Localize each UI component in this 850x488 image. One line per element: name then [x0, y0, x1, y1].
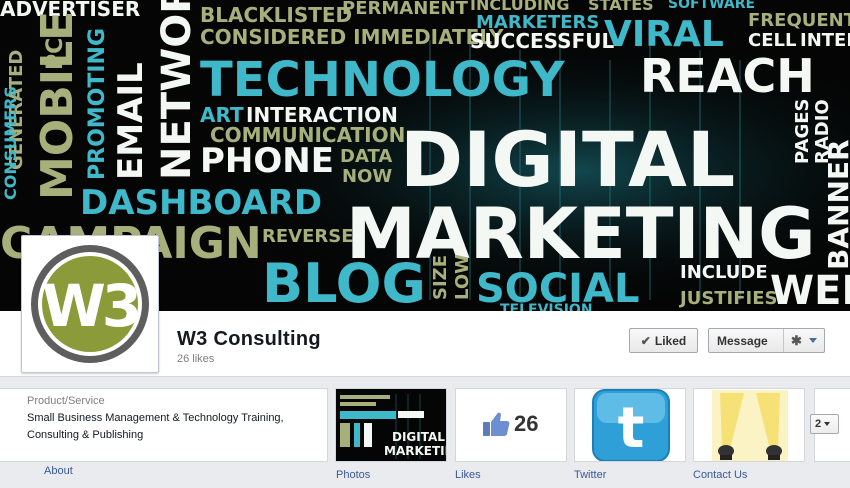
more-apps-dropdown[interactable]: 2	[810, 414, 839, 434]
twitter-icon: t	[575, 389, 685, 461]
cover-word: NETWORK	[154, 0, 200, 180]
svg-text:MARKETING: MARKETING	[384, 444, 447, 458]
cover-word: WEB	[770, 268, 850, 311]
cover-word: PHONE	[200, 141, 334, 181]
about-link[interactable]: About	[44, 465, 73, 477]
cover-word: PROMOTING	[85, 28, 110, 180]
cover-word: PC	[43, 38, 68, 70]
about-box: Product/Service Small Business Managemen…	[0, 388, 328, 462]
cover-word: INTER	[800, 30, 850, 51]
likes-count[interactable]: 26 likes	[177, 353, 214, 365]
contact-label[interactable]: Contact Us	[693, 469, 747, 481]
svg-text:t: t	[618, 396, 645, 461]
cover-word: PERMANENT	[342, 0, 469, 19]
cover-word: JUSTIFIES	[678, 288, 778, 309]
cover-word: FREQUENT	[748, 10, 850, 31]
likes-tile[interactable]: 26	[455, 388, 567, 462]
svg-text:DIGITAL: DIGITAL	[392, 430, 445, 444]
chevron-down-icon	[824, 422, 831, 426]
cover-word: TELEVISION	[500, 302, 593, 311]
spotlight-icon	[694, 389, 804, 461]
w3-logo: W3	[31, 245, 149, 363]
page-category: Product/Service	[27, 395, 105, 407]
cover-word: INCLUDE	[680, 262, 768, 283]
cover-word: CONSUMERS	[1, 86, 20, 200]
button-divider	[783, 329, 784, 352]
logo-text: W3	[42, 272, 138, 340]
photos-tile[interactable]: DIGITAL MARKETING	[335, 388, 447, 462]
page-description: Small Business Management & Technology T…	[27, 412, 284, 441]
check-icon: ✔	[640, 333, 651, 348]
photos-thumbnail: DIGITAL MARKETING	[336, 389, 447, 461]
gear-icon[interactable]: ✱	[791, 333, 802, 349]
page-title[interactable]: W3 Consulting	[177, 328, 321, 351]
cover-word: TECHNOLOGY	[200, 52, 566, 108]
cover-word: SOFTWARE	[668, 0, 755, 12]
cover-word: PAGES	[792, 98, 813, 164]
twitter-tile[interactable]: t	[574, 388, 686, 462]
cover-word: BLOG	[262, 252, 426, 311]
cover-word: SIZE	[430, 255, 451, 300]
cover-word: CONSIDERED IMMEDIATELY	[200, 25, 504, 49]
cover-word: REVERSE	[262, 226, 354, 247]
cover-word: DIGITAL	[400, 115, 735, 204]
cover-word: REACH	[640, 49, 815, 103]
chevron-down-icon[interactable]	[809, 338, 817, 343]
likes-label[interactable]: Likes	[455, 469, 481, 481]
cover-word: EMAIL	[111, 62, 151, 180]
cover-word: SUCCESSFUL	[470, 29, 614, 53]
message-button[interactable]: Message ✱	[708, 328, 825, 353]
message-label: Message	[717, 333, 768, 348]
cover-word: DASHBOARD	[80, 183, 322, 223]
cover-word: CELL	[748, 30, 796, 51]
contact-tile[interactable]	[693, 388, 805, 462]
cover-word: LOW	[452, 254, 473, 300]
photos-label[interactable]: Photos	[336, 469, 370, 481]
cover-word: DATA	[340, 146, 392, 167]
cover-word: BANNER	[822, 139, 850, 270]
cover-word: BLACKLISTED	[200, 3, 352, 27]
liked-label: Liked	[654, 333, 687, 348]
cover-word: NOW	[342, 166, 392, 187]
liked-button[interactable]: ✔ Liked	[629, 328, 698, 353]
profile-picture[interactable]: W3	[21, 235, 159, 373]
more-apps-count: 2	[815, 418, 822, 430]
thumbs-up-icon	[483, 412, 510, 436]
likes-number: 26	[514, 411, 539, 436]
twitter-label[interactable]: Twitter	[574, 469, 606, 481]
